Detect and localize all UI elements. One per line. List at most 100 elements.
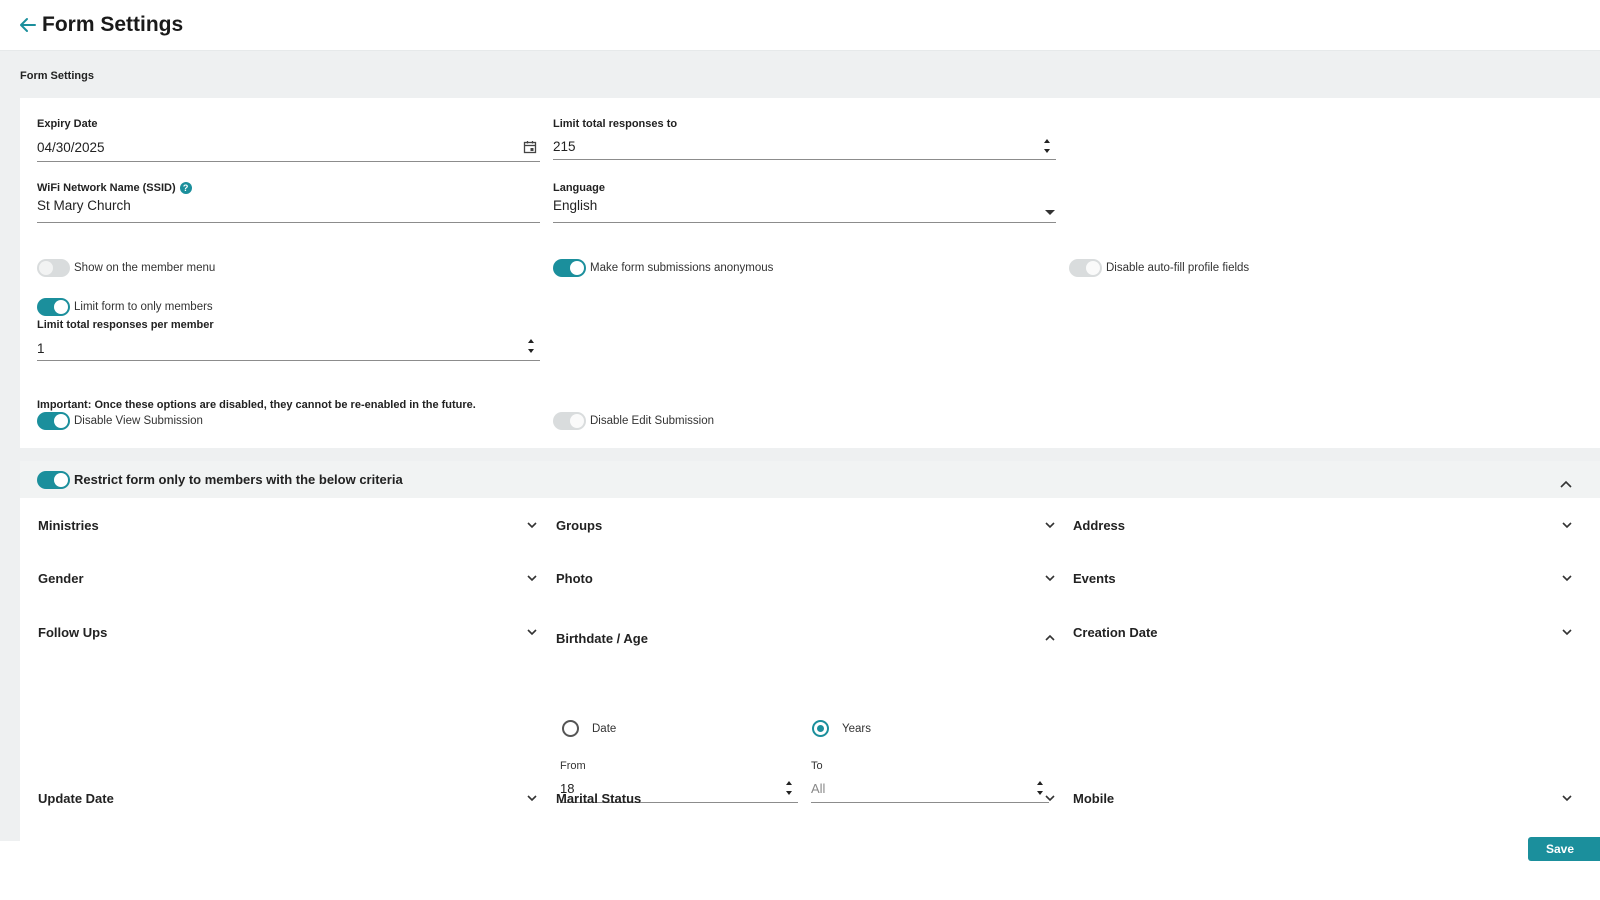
criteria-label: Groups xyxy=(556,517,603,533)
ssid-value[interactable]: St Mary Church xyxy=(37,198,131,213)
criteria-marital-status[interactable]: Marital Status xyxy=(556,788,1056,808)
settings-card: Expiry Date 04/30/2025 Limit total respo… xyxy=(20,98,1600,448)
criteria-follow-ups[interactable]: Follow Ups xyxy=(38,622,538,642)
criteria-label: Photo xyxy=(556,570,593,586)
important-note: Important: Once these options are disabl… xyxy=(37,399,476,411)
criteria-gender[interactable]: Gender xyxy=(38,568,538,588)
ssid-field[interactable]: WiFi Network Name (SSID) ? St Mary Churc… xyxy=(37,182,540,223)
language-value[interactable]: English xyxy=(553,198,597,213)
criteria-label: Follow Ups xyxy=(38,624,108,640)
criteria-creation-date[interactable]: Creation Date xyxy=(1073,622,1573,642)
chevron-down-icon[interactable] xyxy=(1561,792,1573,804)
page-title: Form Settings xyxy=(42,13,184,36)
ssid-label: WiFi Network Name (SSID) ? xyxy=(37,182,540,194)
autofill-switch[interactable] xyxy=(1069,259,1102,277)
criteria-label: Events xyxy=(1073,570,1116,586)
radio-date[interactable]: Date xyxy=(562,720,616,737)
show-menu-label: Show on the member menu xyxy=(74,262,216,274)
limit-total-field[interactable]: Limit total responses to 215 xyxy=(553,118,1056,160)
dropdown-caret-icon[interactable] xyxy=(1045,203,1055,221)
criteria-label: Marital Status xyxy=(556,790,642,806)
stepper-icon[interactable] xyxy=(527,337,535,360)
limit-total-underline xyxy=(553,159,1056,160)
criteria-groups[interactable]: Groups xyxy=(556,515,1056,535)
criteria-mobile[interactable]: Mobile xyxy=(1073,788,1573,808)
restrict-bar[interactable]: Restrict form only to members with the b… xyxy=(20,461,1600,498)
show-menu-switch[interactable] xyxy=(37,259,70,277)
restrict-switch[interactable] xyxy=(37,470,70,489)
expiry-date-value[interactable]: 04/30/2025 xyxy=(37,140,105,155)
criteria-label: Birthdate / Age xyxy=(556,630,648,646)
criteria-events[interactable]: Events xyxy=(1073,568,1573,588)
limit-member-underline xyxy=(37,360,540,361)
content-area: Form Settings Expiry Date 04/30/2025 Lim… xyxy=(0,51,1600,841)
expiry-date-label: Expiry Date xyxy=(37,118,98,130)
criteria-label: Address xyxy=(1073,517,1126,533)
limit-member-field[interactable]: Limit total responses per member 1 xyxy=(37,319,540,361)
limit-member-value[interactable]: 1 xyxy=(37,341,45,356)
toggle-anonymous[interactable]: Make form submissions anonymous xyxy=(553,259,773,277)
edit-submission-switch[interactable] xyxy=(553,412,586,430)
chevron-down-icon[interactable] xyxy=(1044,792,1056,804)
radio-years-circle[interactable] xyxy=(812,720,829,737)
ssid-underline xyxy=(37,222,540,223)
criteria-label: Gender xyxy=(38,570,84,586)
toggle-show-menu[interactable]: Show on the member menu xyxy=(37,259,215,277)
chevron-down-icon[interactable] xyxy=(526,792,538,804)
only-members-label: Limit form to only members xyxy=(74,301,213,313)
chevron-down-icon[interactable] xyxy=(1561,519,1573,531)
view-submission-switch[interactable] xyxy=(37,412,70,430)
help-icon[interactable]: ? xyxy=(179,182,192,194)
save-button[interactable]: Save xyxy=(1528,837,1600,861)
criteria-label: Ministries xyxy=(38,517,99,533)
view-submission-label: Disable View Submission xyxy=(74,415,203,427)
anonymous-switch[interactable] xyxy=(553,259,586,277)
expiry-date-field[interactable]: Expiry Date 04/30/2025 xyxy=(37,118,540,162)
restrict-label: Restrict form only to members with the b… xyxy=(74,472,403,487)
section-label: Form Settings xyxy=(20,70,94,82)
chevron-down-icon[interactable] xyxy=(526,572,538,584)
expiry-date-underline xyxy=(37,161,540,162)
criteria-card: Restrict form only to members with the b… xyxy=(20,461,1600,841)
limit-total-value[interactable]: 215 xyxy=(553,139,576,154)
chevron-down-icon[interactable] xyxy=(526,626,538,638)
toggle-only-members[interactable]: Limit form to only members xyxy=(37,298,213,316)
language-select[interactable]: Language English xyxy=(553,182,1056,223)
stepper-icon[interactable] xyxy=(1043,137,1051,160)
criteria-update-date[interactable]: Update Date xyxy=(38,788,538,808)
chevron-up-icon[interactable] xyxy=(1044,632,1056,644)
criteria-label: Update Date xyxy=(38,790,114,806)
chevron-up-icon[interactable] xyxy=(1560,475,1572,493)
chevron-down-icon[interactable] xyxy=(1044,572,1056,584)
chevron-down-icon[interactable] xyxy=(1561,626,1573,638)
radio-date-circle[interactable] xyxy=(562,720,579,737)
radio-years[interactable]: Years xyxy=(812,720,871,737)
from-label: From xyxy=(560,760,586,772)
language-underline xyxy=(553,222,1056,223)
chevron-down-icon[interactable] xyxy=(1044,519,1056,531)
criteria-address[interactable]: Address xyxy=(1073,515,1573,535)
ssid-label-text: WiFi Network Name (SSID) xyxy=(37,182,176,194)
criteria-label: Creation Date xyxy=(1073,624,1158,640)
criteria-photo[interactable]: Photo xyxy=(556,568,1056,588)
radio-date-label: Date xyxy=(592,722,617,735)
toggle-autofill[interactable]: Disable auto-fill profile fields xyxy=(1069,259,1249,277)
criteria-label: Mobile xyxy=(1073,790,1115,806)
criteria-ministries[interactable]: Ministries xyxy=(38,515,538,535)
only-members-switch[interactable] xyxy=(37,298,70,316)
limit-total-label: Limit total responses to xyxy=(553,118,678,130)
anonymous-label: Make form submissions anonymous xyxy=(590,262,774,274)
criteria-birthdate-age[interactable]: Birthdate / Age xyxy=(556,628,1056,648)
calendar-icon[interactable] xyxy=(523,140,537,159)
chevron-down-icon[interactable] xyxy=(1561,572,1573,584)
limit-member-label: Limit total responses per member xyxy=(37,319,214,331)
autofill-label: Disable auto-fill profile fields xyxy=(1106,262,1250,274)
page-header: Form Settings xyxy=(0,0,1600,51)
to-label: To xyxy=(811,760,823,772)
language-label: Language xyxy=(553,182,605,194)
toggle-edit-submission[interactable]: Disable Edit Submission xyxy=(553,412,714,430)
back-arrow-icon[interactable] xyxy=(18,15,38,35)
toggle-view-submission[interactable]: Disable View Submission xyxy=(37,412,203,430)
chevron-down-icon[interactable] xyxy=(526,519,538,531)
radio-years-label: Years xyxy=(842,722,871,735)
